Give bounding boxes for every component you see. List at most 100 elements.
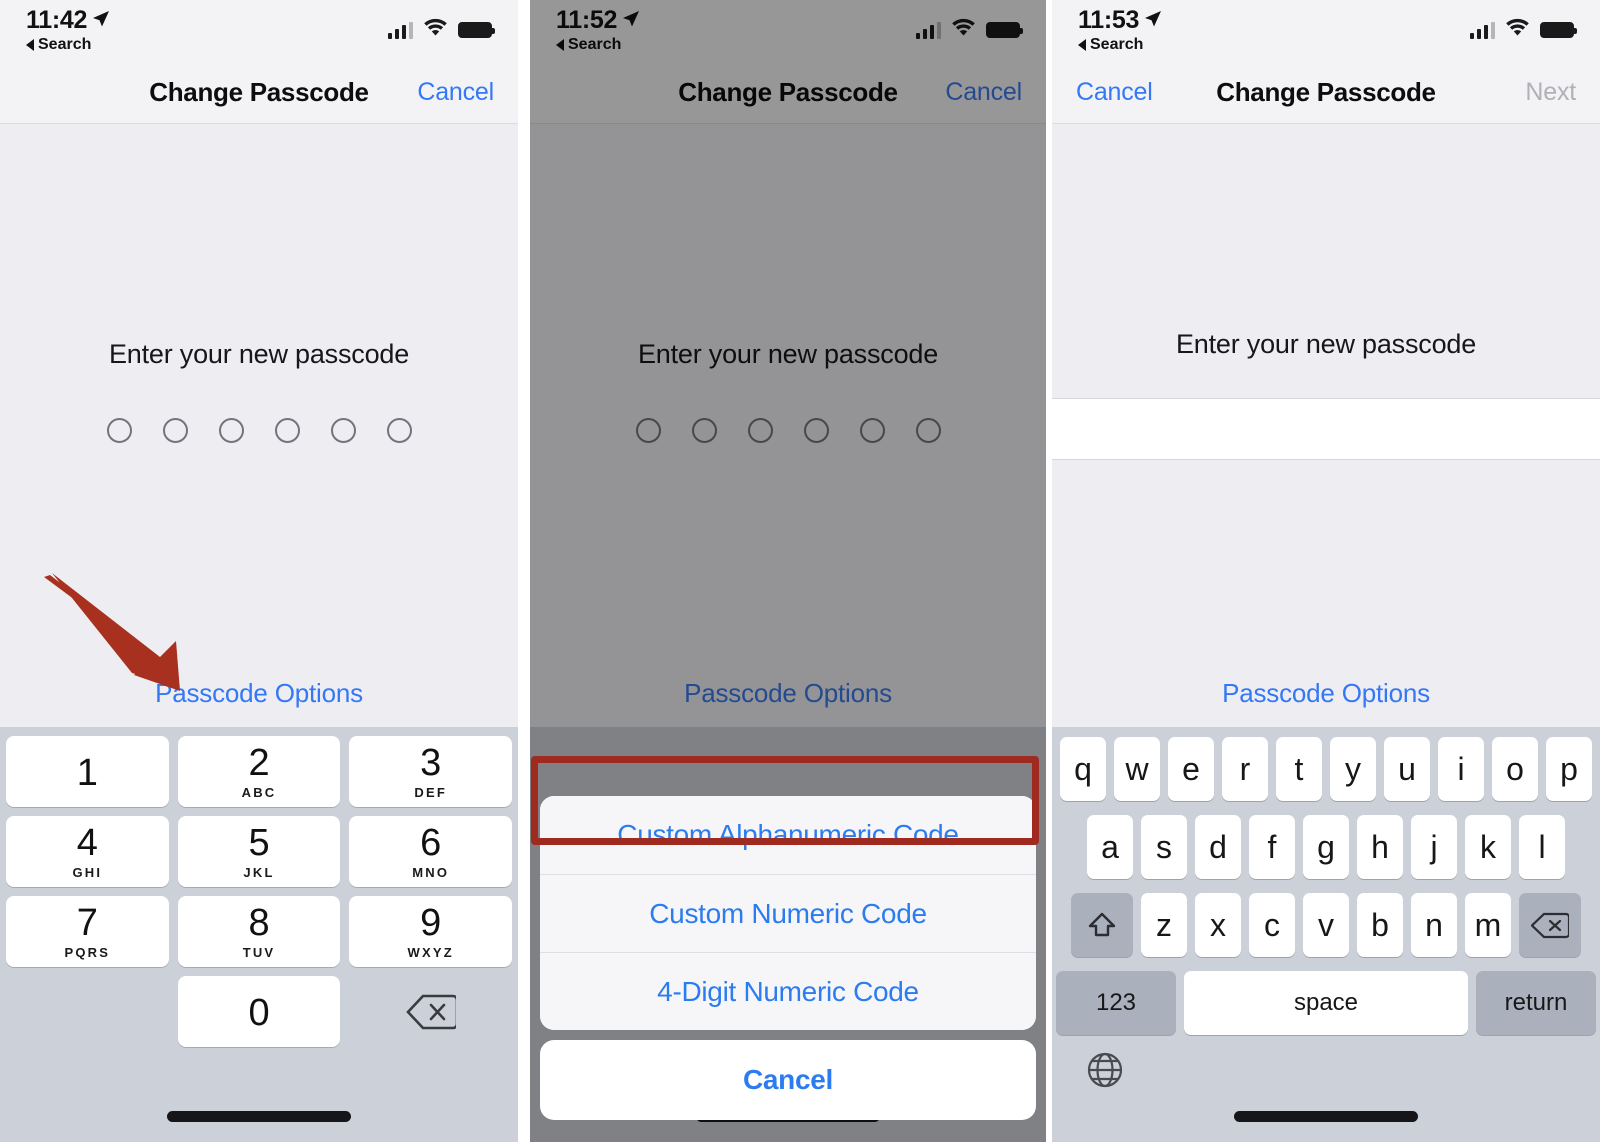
keypad-digit: 8 xyxy=(248,902,270,944)
key-b[interactable]: b xyxy=(1357,893,1403,957)
passcode-prompt-area: Enter your new passcode xyxy=(0,124,518,443)
passcode-dot xyxy=(859,418,885,443)
home-indicator[interactable] xyxy=(0,1111,518,1122)
wifi-icon xyxy=(423,18,448,42)
keypad-key-5[interactable]: 5 JKL xyxy=(177,816,341,887)
key-l[interactable]: l xyxy=(1519,815,1565,879)
status-bar: 11:53 Search xyxy=(1052,0,1600,62)
numbers-key[interactable]: 123 xyxy=(1056,971,1176,1035)
keypad-letters: TUV xyxy=(242,945,276,960)
keypad-digit: 3 xyxy=(420,742,442,784)
passcode-dot xyxy=(106,418,132,443)
location-arrow-icon xyxy=(92,8,110,33)
key-p[interactable]: p xyxy=(1546,737,1592,801)
screenshot-stage: 11:42 Search Change Passcode Cancel Ente… xyxy=(0,0,1600,1142)
keypad-key-3[interactable]: 3 DEF xyxy=(349,736,513,807)
passcode-text-field[interactable] xyxy=(1052,398,1600,460)
keypad-letters: GHI xyxy=(72,865,103,880)
screen-body: Enter your new passcode Passcode Options… xyxy=(1052,124,1600,1142)
key-g[interactable]: g xyxy=(1303,815,1349,879)
passcode-dot xyxy=(691,418,717,443)
key-x[interactable]: x xyxy=(1195,893,1241,957)
key-q[interactable]: q xyxy=(1060,737,1106,801)
back-to-search-button[interactable]: Search xyxy=(26,37,91,53)
key-m[interactable]: m xyxy=(1465,893,1511,957)
passcode-dot xyxy=(915,418,941,443)
back-label: Search xyxy=(1090,36,1144,53)
cancel-button[interactable]: Cancel xyxy=(1076,78,1153,107)
key-n[interactable]: n xyxy=(1411,893,1457,957)
key-e[interactable]: e xyxy=(1168,737,1214,801)
status-bar-time-group: 11:52 xyxy=(556,8,640,33)
keypad-key-2[interactable]: 2 ABC xyxy=(177,736,341,807)
option-4-digit-numeric-code[interactable]: 4-Digit Numeric Code xyxy=(540,952,1036,1030)
key-i[interactable]: i xyxy=(1438,737,1484,801)
passcode-options-link[interactable]: Passcode Options xyxy=(530,678,1046,727)
keyboard-row-4: 123 space return xyxy=(1056,971,1596,1035)
space-key[interactable]: space xyxy=(1184,971,1468,1035)
delete-backward-icon[interactable] xyxy=(1519,893,1581,957)
delete-backward-icon[interactable] xyxy=(349,976,512,1047)
shift-arrow-icon[interactable] xyxy=(1071,893,1133,957)
status-bar-left: 11:53 Search xyxy=(1078,8,1162,53)
back-to-search-button[interactable]: Search xyxy=(1078,37,1143,53)
action-sheet-cancel-button[interactable]: Cancel xyxy=(540,1040,1036,1120)
passcode-options-link[interactable]: Passcode Options xyxy=(0,678,518,727)
key-t[interactable]: t xyxy=(1276,737,1322,801)
keypad-digit: 9 xyxy=(420,902,442,944)
home-indicator[interactable] xyxy=(1052,1111,1600,1122)
key-f[interactable]: f xyxy=(1249,815,1295,879)
key-s[interactable]: s xyxy=(1141,815,1187,879)
status-bar-time: 11:52 xyxy=(556,6,618,34)
key-a[interactable]: a xyxy=(1087,815,1133,879)
keypad-key-7[interactable]: 7 PQRS xyxy=(6,896,169,967)
cellular-signal-icon xyxy=(1469,21,1495,39)
passcode-prompt-area: Enter your new passcode xyxy=(530,124,1046,443)
next-button[interactable]: Next xyxy=(1525,78,1576,107)
keyboard-globe-row xyxy=(1056,1043,1596,1094)
keyboard-row-3: z x c v b n m xyxy=(1056,893,1596,957)
return-key[interactable]: return xyxy=(1476,971,1596,1035)
key-y[interactable]: y xyxy=(1330,737,1376,801)
keypad-row: 4 GHI 5 JKL 6 MNO xyxy=(6,816,513,887)
keypad-letters: MNO xyxy=(412,865,450,880)
keypad-key-1[interactable]: 1 xyxy=(6,736,169,807)
back-to-search-button[interactable]: Search xyxy=(556,37,621,53)
key-o[interactable]: o xyxy=(1492,737,1538,801)
nav-bar: Change Passcode Cancel xyxy=(0,62,518,124)
keypad-key-9[interactable]: 9 WXYZ xyxy=(349,896,513,967)
passcode-dot xyxy=(386,418,412,443)
back-label: Search xyxy=(568,36,622,53)
keypad-row: 7 PQRS 8 TUV 9 WXYZ xyxy=(6,896,513,967)
key-d[interactable]: d xyxy=(1195,815,1241,879)
cancel-button[interactable]: Cancel xyxy=(945,78,1022,107)
key-k[interactable]: k xyxy=(1465,815,1511,879)
keypad-letters: PQRS xyxy=(64,945,111,960)
key-h[interactable]: h xyxy=(1357,815,1403,879)
key-j[interactable]: j xyxy=(1411,815,1457,879)
triangle-left-icon xyxy=(1078,39,1086,51)
prompt-text: Enter your new passcode xyxy=(108,339,410,369)
status-bar-right xyxy=(387,8,495,42)
keypad-key-4[interactable]: 4 GHI xyxy=(6,816,169,887)
status-bar-time-group: 11:53 xyxy=(1078,8,1162,33)
cancel-button[interactable]: Cancel xyxy=(417,78,494,107)
option-custom-numeric-code[interactable]: Custom Numeric Code xyxy=(540,874,1036,952)
keypad-digit: 2 xyxy=(248,742,270,784)
cellular-signal-icon xyxy=(387,21,413,39)
key-v[interactable]: v xyxy=(1303,893,1349,957)
keypad-key-6[interactable]: 6 MNO xyxy=(349,816,513,887)
keypad-key-8[interactable]: 8 TUV xyxy=(177,896,341,967)
key-c[interactable]: c xyxy=(1249,893,1295,957)
keypad-key-0[interactable]: 0 xyxy=(177,976,341,1047)
key-r[interactable]: r xyxy=(1222,737,1268,801)
keypad-letters: DEF xyxy=(414,785,447,800)
key-z[interactable]: z xyxy=(1141,893,1187,957)
globe-icon[interactable] xyxy=(1086,1051,1124,1092)
phone-screen-action-sheet: 11:52 Search Change Passcode Cancel Ente… xyxy=(530,0,1046,1142)
passcode-dots xyxy=(530,418,1046,443)
option-custom-alphanumeric-code[interactable]: Custom Alphanumeric Code xyxy=(540,796,1036,874)
passcode-options-link[interactable]: Passcode Options xyxy=(1052,678,1600,727)
key-u[interactable]: u xyxy=(1384,737,1430,801)
key-w[interactable]: w xyxy=(1114,737,1160,801)
